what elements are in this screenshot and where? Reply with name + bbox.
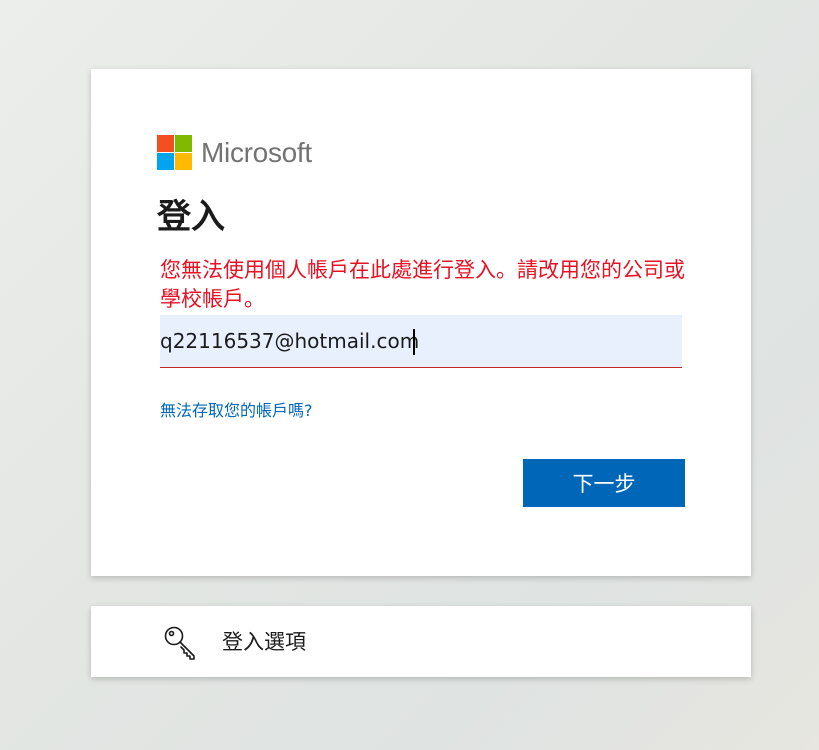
logo-square-blue	[157, 153, 174, 170]
text-caret	[413, 329, 415, 355]
cant-access-account-link[interactable]: 無法存取您的帳戶嗎?	[160, 397, 313, 421]
logo-square-red	[157, 135, 174, 152]
signin-card: Microsoft 登入 您無法使用個人帳戶在此處進行登入。請改用您的公司或學校…	[91, 69, 751, 576]
page-title: 登入	[157, 197, 225, 237]
error-message: 您無法使用個人帳戶在此處進行登入。請改用您的公司或學校帳戶。	[160, 258, 685, 311]
signin-options-button[interactable]: 登入選項	[91, 606, 751, 677]
logo-square-green	[175, 135, 192, 152]
email-field-container	[160, 315, 682, 368]
microsoft-logo: Microsoft	[157, 135, 312, 170]
microsoft-logo-icon	[157, 135, 192, 170]
logo-square-yellow	[175, 153, 192, 170]
signin-options-label: 登入選項	[222, 630, 306, 654]
key-icon	[164, 626, 195, 660]
email-field[interactable]	[160, 315, 682, 367]
next-button[interactable]: 下一步	[523, 459, 685, 507]
brand-name: Microsoft	[201, 136, 312, 168]
